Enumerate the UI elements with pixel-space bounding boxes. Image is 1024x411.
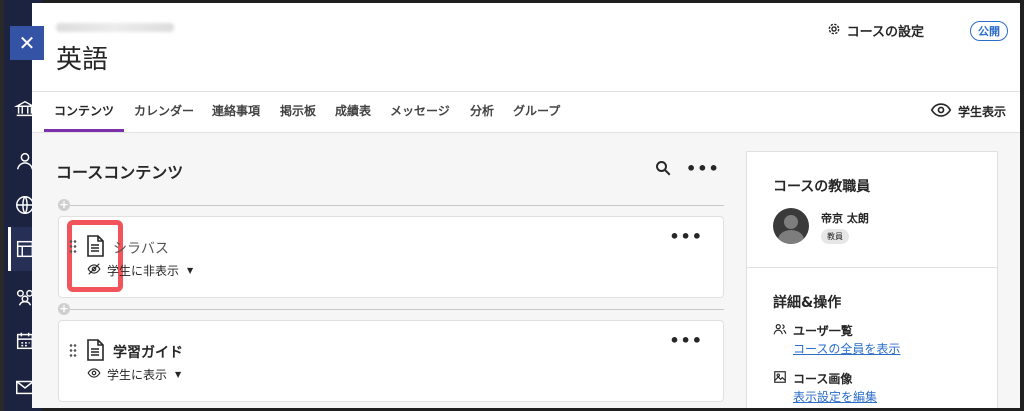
- instructor-name[interactable]: 帝京 太朗: [821, 210, 869, 226]
- visibility-status: 学生に表示: [107, 368, 168, 382]
- page-title: 英語: [56, 45, 109, 75]
- gear-icon: [827, 22, 841, 40]
- eye-icon: [87, 366, 101, 383]
- users-icon: [773, 322, 787, 339]
- course-image-label: コース画像: [793, 372, 853, 386]
- content-heading: コースコンテンツ: [56, 163, 184, 182]
- tab-messages[interactable]: メッセージ: [390, 92, 450, 132]
- student-view-button[interactable]: 学生表示: [930, 102, 1006, 121]
- caret-down-icon: ▼: [187, 266, 194, 275]
- student-view-label: 学生表示: [957, 105, 1006, 119]
- visibility-toggle[interactable]: 学生に非表示 ▼: [87, 262, 193, 279]
- instructors-heading: コースの教職員: [773, 179, 871, 195]
- tab-discussions[interactable]: 掲示板: [280, 92, 316, 132]
- course-image-row: コース画像: [773, 370, 852, 387]
- add-content-button[interactable]: +: [58, 303, 70, 315]
- roster-label: ユーザ一覧: [793, 324, 853, 338]
- roster-row: ユーザ一覧: [773, 322, 853, 339]
- divider: [70, 309, 724, 310]
- avatar[interactable]: [773, 208, 809, 244]
- content-item[interactable]: 学習ガイド 学生に表示 ▼ •••: [58, 320, 724, 402]
- tab-content[interactable]: コンテンツ: [44, 92, 125, 132]
- item-more-icon[interactable]: •••: [669, 331, 703, 350]
- eye-slash-icon: [87, 262, 101, 279]
- divider: [70, 205, 724, 206]
- tab-announcements[interactable]: 連絡事項: [212, 92, 260, 132]
- course-header: 英語 コースの設定 公開: [32, 3, 1020, 91]
- content-item[interactable]: シラバス 学生に非表示 ▼ •••: [58, 216, 724, 298]
- close-icon[interactable]: ✕: [10, 26, 44, 60]
- item-title[interactable]: シラバス: [113, 238, 169, 258]
- item-more-icon[interactable]: •••: [669, 227, 703, 246]
- content-more-icon[interactable]: •••: [686, 159, 720, 178]
- caret-down-icon: ▼: [175, 370, 182, 379]
- document-icon: [85, 339, 105, 361]
- item-title[interactable]: 学習ガイド: [113, 342, 183, 362]
- roster-link[interactable]: コースの全員を表示: [793, 340, 900, 357]
- tab-analytics[interactable]: 分析: [470, 92, 494, 132]
- visibility-badge[interactable]: 公開: [970, 21, 1008, 41]
- image-icon: [773, 370, 787, 387]
- breadcrumb: [56, 23, 174, 32]
- course-tabs: コンテンツ カレンダー 連絡事項 掲示板 成績表 メッセージ 分析 グループ 学…: [32, 91, 1020, 133]
- divider: [747, 267, 997, 268]
- instructor-role-badge: 教員: [821, 229, 849, 244]
- drag-handle[interactable]: [69, 343, 77, 357]
- add-content-button[interactable]: +: [58, 199, 70, 211]
- course-settings-label: コースの設定: [846, 25, 924, 40]
- drag-handle[interactable]: [69, 239, 77, 253]
- visibility-status: 学生に非表示: [107, 264, 180, 278]
- course-details-panel: コースの教職員 帝京 太朗 教員 詳細&操作 ユーザ一覧 コースの全員を表示 コ…: [746, 151, 998, 408]
- details-heading: 詳細&操作: [773, 295, 842, 311]
- tab-calendar[interactable]: カレンダー: [134, 92, 194, 132]
- student-view-eye-icon: [930, 102, 952, 121]
- tab-gradebook[interactable]: 成績表: [335, 92, 371, 132]
- course-settings-button[interactable]: コースの設定: [827, 21, 924, 40]
- edit-display-settings-link[interactable]: 表示設定を編集: [793, 388, 877, 405]
- search-icon[interactable]: [654, 159, 672, 177]
- document-icon: [85, 235, 105, 257]
- visibility-toggle[interactable]: 学生に表示 ▼: [87, 366, 181, 383]
- tab-groups[interactable]: グループ: [513, 92, 560, 132]
- course-panel: 英語 コースの設定 公開 コンテンツ カレンダー 連絡事項 掲示板 成績表 メッ…: [32, 3, 1020, 408]
